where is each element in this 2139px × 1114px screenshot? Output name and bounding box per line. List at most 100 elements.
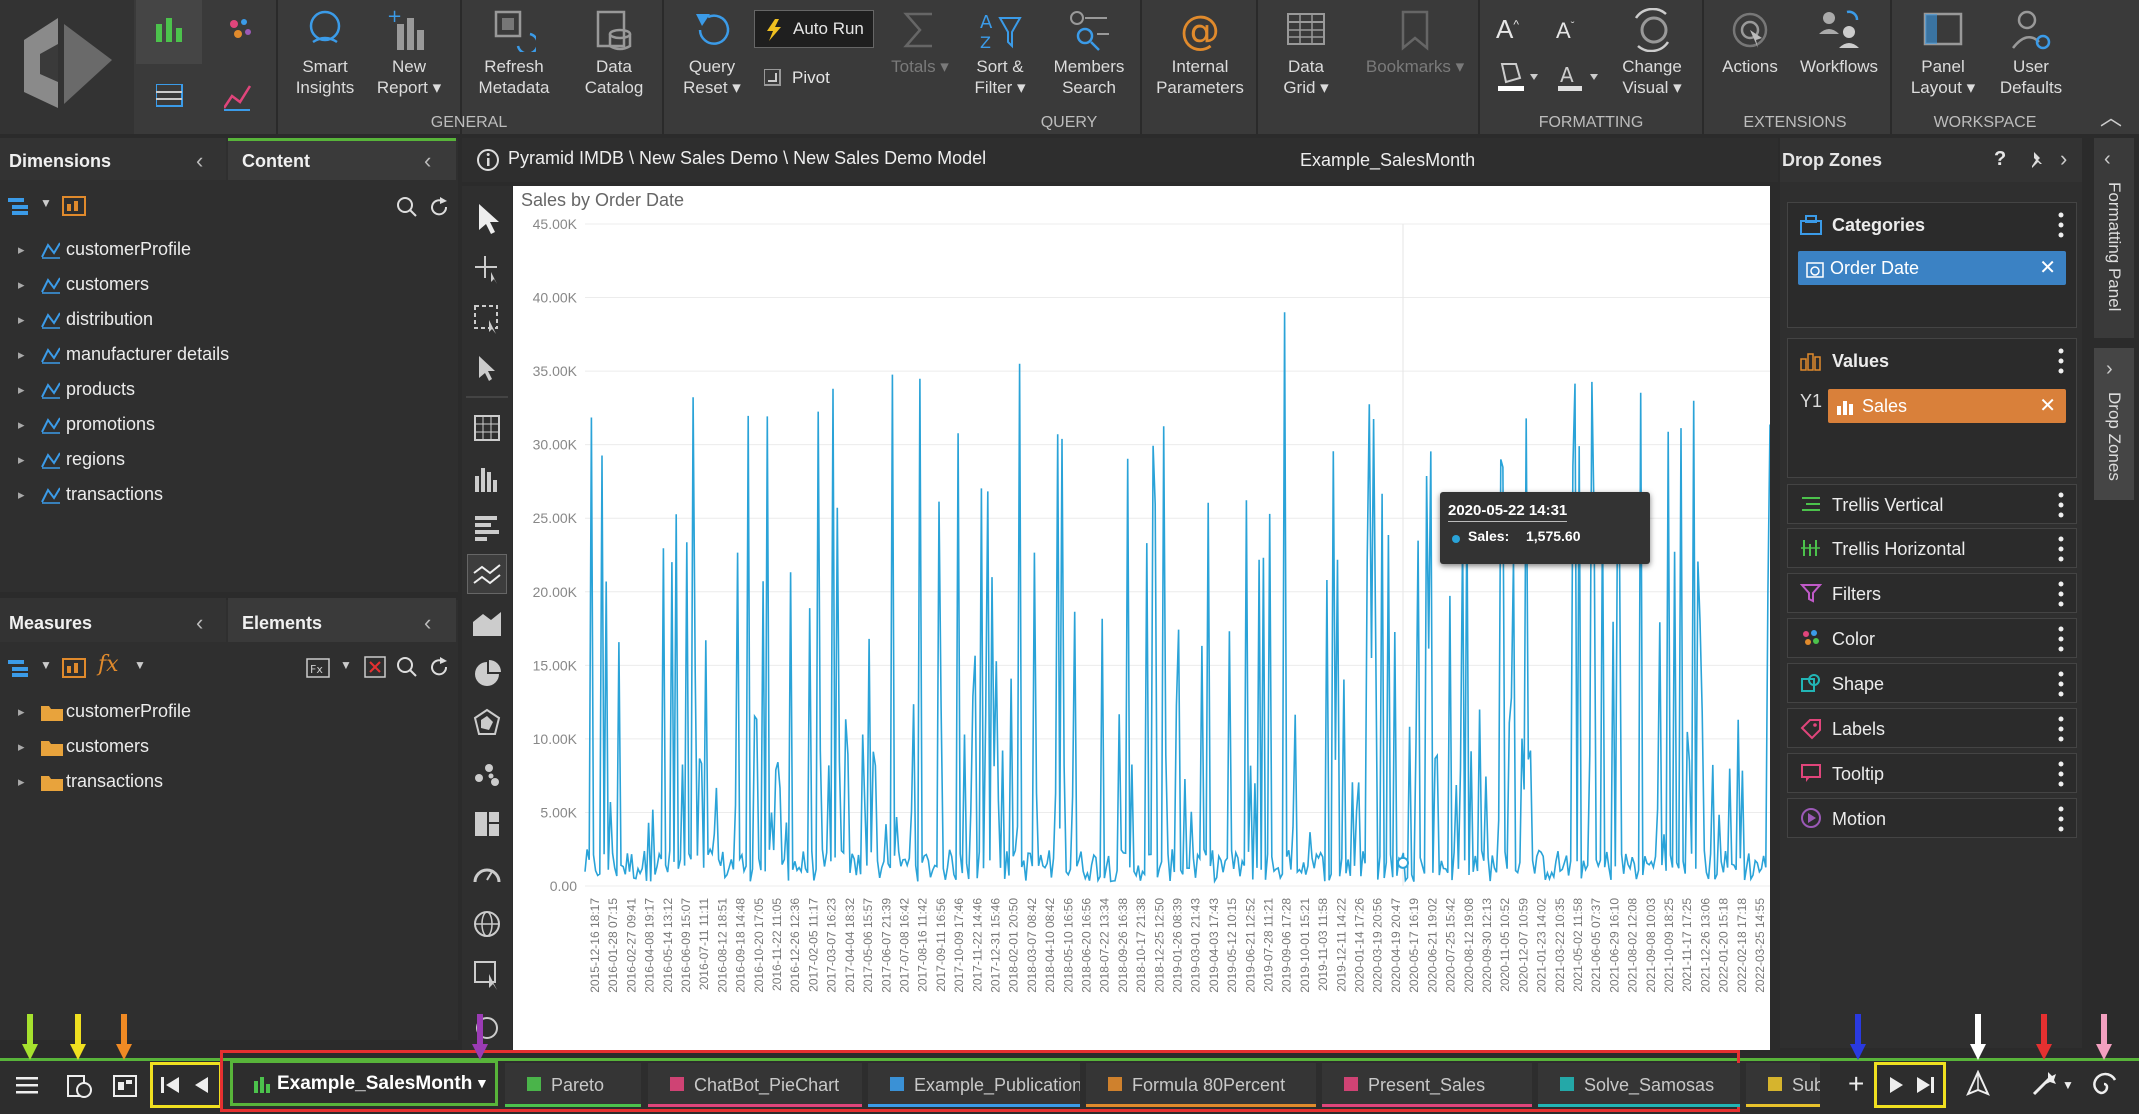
categories-zone[interactable]: Categories Order Date ✕: [1787, 202, 2077, 328]
workflows-button[interactable]: Workflows: [1796, 0, 1882, 118]
members-search-button[interactable]: Members Search: [1044, 0, 1134, 118]
crosshair-tool[interactable]: [467, 248, 507, 288]
clear-selection-icon[interactable]: [364, 656, 386, 678]
tab-overview-icon[interactable]: [112, 1072, 140, 1100]
expand-chevron-icon[interactable]: ▸: [18, 267, 25, 302]
pyramid-layers-icon[interactable]: [1964, 1069, 1992, 1098]
smart-insights-button[interactable]: Smart Insights: [286, 0, 364, 118]
hover-point[interactable]: [1397, 856, 1409, 869]
show-tabs-icon[interactable]: [66, 1072, 94, 1100]
auto-run-button[interactable]: Auto Run: [754, 10, 874, 48]
font-decrease-button[interactable]: Aˇ: [1556, 18, 1584, 48]
collapse-elements-icon[interactable]: ‹: [424, 610, 431, 636]
measures-refresh-icon[interactable]: [428, 656, 450, 678]
sales-chip[interactable]: Sales ✕: [1828, 389, 2066, 423]
motion-zone[interactable]: Motion: [1787, 798, 2077, 838]
close-dropzones-icon[interactable]: ›: [2060, 146, 2067, 172]
info-icon[interactable]: [476, 148, 500, 172]
measures-search-icon[interactable]: [396, 656, 418, 678]
grid-visual-icon[interactable]: [467, 408, 507, 448]
map-globe-icon[interactable]: [467, 904, 507, 944]
line-chart[interactable]: Sales by Order Date 45.00K 40.00K 35.00K 30.…: [513, 186, 1771, 1050]
dimension-item[interactable]: ▸ products: [0, 372, 458, 407]
select-tool[interactable]: [467, 198, 507, 238]
dimension-item[interactable]: ▸ promotions: [0, 407, 458, 442]
order-date-chip[interactable]: Order Date ✕: [1798, 251, 2066, 285]
column-chart-icon[interactable]: [467, 458, 507, 498]
last-tab-button[interactable]: [1913, 1075, 1935, 1095]
expand-chevron-icon[interactable]: ▸: [18, 232, 25, 267]
scatter-chart-icon[interactable]: [467, 754, 507, 794]
expand-chevron-icon[interactable]: ▸: [18, 337, 25, 372]
labels-menu-icon[interactable]: [2058, 716, 2064, 742]
tab-example-publication[interactable]: Example_Publication: [868, 1063, 1080, 1107]
collapse-content-icon[interactable]: ‹: [424, 148, 431, 174]
measure-folder-item[interactable]: ▸ customers: [0, 729, 458, 764]
hierarchy-view-icon[interactable]: [8, 196, 32, 216]
measures-hierarchy-icon[interactable]: [8, 658, 32, 678]
calendar-icon[interactable]: [62, 194, 86, 216]
expand-chevron-icon[interactable]: ▸: [18, 442, 25, 477]
line-chart-icon[interactable]: [467, 554, 507, 594]
search-icon[interactable]: [396, 196, 418, 218]
refresh-metadata-button[interactable]: Refresh Metadata: [468, 0, 560, 118]
chart-view-tile[interactable]: [136, 0, 202, 64]
expand-chevron-icon[interactable]: ▸: [18, 302, 25, 337]
view-dropdown-icon[interactable]: ▼: [40, 196, 52, 210]
collapse-measures-icon[interactable]: ‹: [196, 610, 203, 636]
tab-menu-dropdown-icon[interactable]: ▼: [475, 1075, 489, 1091]
data-grid-button[interactable]: Data Grid ▾: [1268, 0, 1344, 118]
values-menu-icon[interactable]: [2058, 348, 2064, 374]
fill-color-button[interactable]: [1496, 60, 1542, 94]
change-visual-button[interactable]: Change Visual ▾: [1610, 0, 1694, 118]
pin-icon[interactable]: [2026, 150, 2046, 170]
expand-chevron-icon[interactable]: ▸: [18, 407, 25, 442]
dimension-item[interactable]: ▸ transactions: [0, 477, 458, 512]
tooltip-zone[interactable]: Tooltip: [1787, 753, 2077, 793]
motion-menu-icon[interactable]: [2058, 806, 2064, 832]
grid-view-tile[interactable]: [136, 66, 202, 130]
first-tab-button[interactable]: [161, 1075, 183, 1095]
dimension-item[interactable]: ▸ regions: [0, 442, 458, 477]
trellis-vertical-menu-icon[interactable]: [2058, 492, 2064, 518]
trellis-horizontal-menu-icon[interactable]: [2058, 536, 2064, 562]
shape-menu-icon[interactable]: [2058, 671, 2064, 697]
measure-folder-item[interactable]: ▸ customerProfile: [0, 694, 458, 729]
pie-chart-icon[interactable]: [467, 654, 507, 694]
filters-zone[interactable]: Filters: [1787, 573, 2077, 613]
remove-order-date-icon[interactable]: ✕: [2039, 251, 2056, 285]
internal-parameters-button[interactable]: @ Internal Parameters: [1152, 0, 1248, 118]
user-defaults-button[interactable]: User Defaults: [1990, 0, 2072, 118]
dimension-item[interactable]: ▸ customerProfile: [0, 232, 458, 267]
settings-wand-icon[interactable]: [2030, 1070, 2058, 1098]
trend-view-tile[interactable]: [204, 66, 270, 130]
treemap-icon[interactable]: [467, 804, 507, 844]
sales-series-line[interactable]: [584, 312, 1771, 884]
prev-tab-button[interactable]: [193, 1075, 211, 1095]
next-tab-button[interactable]: [1887, 1075, 1905, 1095]
tab-solve-samosas[interactable]: Solve_Samosas: [1538, 1063, 1740, 1107]
trellis-horizontal-zone[interactable]: Trellis Horizontal: [1787, 528, 2077, 568]
color-zone[interactable]: Color: [1787, 618, 2077, 658]
collapse-dimensions-icon[interactable]: ‹: [196, 148, 203, 174]
tab-present-sales[interactable]: Present_Sales: [1322, 1063, 1532, 1107]
expand-chevron-icon[interactable]: ▸: [18, 729, 25, 764]
pointer-tool[interactable]: [467, 348, 507, 388]
totals-button[interactable]: Totals ▾: [880, 0, 960, 118]
remove-sales-icon[interactable]: ✕: [2039, 389, 2056, 423]
bookmarks-button[interactable]: Bookmarks ▾: [1360, 0, 1470, 118]
labels-zone[interactable]: Labels: [1787, 708, 2077, 748]
expand-chevron-icon[interactable]: ▸: [18, 764, 25, 799]
font-color-button[interactable]: A: [1556, 60, 1602, 94]
measures-view-dropdown-icon[interactable]: ▼: [40, 658, 52, 672]
dimension-item[interactable]: ▸ customers: [0, 267, 458, 302]
area-chart-icon[interactable]: [467, 604, 507, 644]
pivot-button[interactable]: Pivot: [762, 64, 862, 92]
formula-dropdown-icon[interactable]: ▼: [134, 658, 146, 672]
sort-filter-button[interactable]: AZ Sort & Filter ▾: [964, 0, 1036, 118]
formatting-panel-tab[interactable]: ‹ Formatting Panel: [2094, 138, 2134, 338]
measure-folder-item[interactable]: ▸ transactions: [0, 764, 458, 799]
dropzones-side-tab[interactable]: › Drop Zones: [2094, 348, 2134, 500]
data-catalog-button[interactable]: Data Catalog: [574, 0, 654, 118]
collapse-ribbon-button[interactable]: ︿: [2100, 100, 2130, 130]
